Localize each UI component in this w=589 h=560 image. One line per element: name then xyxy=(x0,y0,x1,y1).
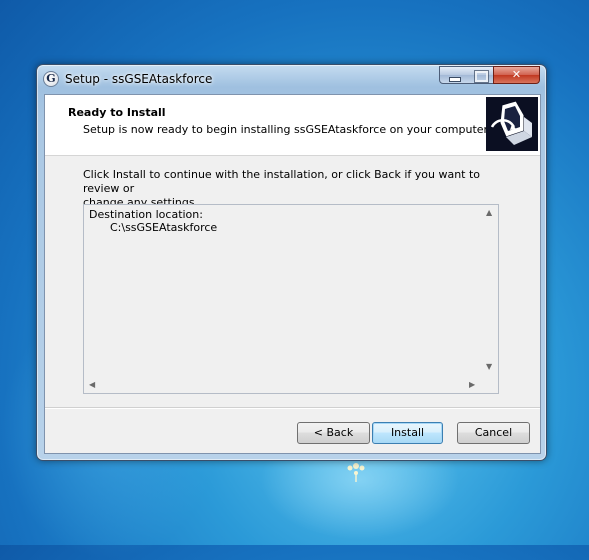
footer-divider xyxy=(45,407,540,409)
back-button[interactable]: < Back xyxy=(297,422,370,444)
instructions-line: Click Install to continue with the insta… xyxy=(83,168,481,195)
scroll-right-icon[interactable]: ▶ xyxy=(469,380,475,389)
title-bar[interactable]: G Setup - ssGSEAtaskforce ✕ xyxy=(37,65,546,93)
installer-computer-icon xyxy=(486,97,538,151)
app-icon: G xyxy=(43,71,59,87)
maximize-button[interactable] xyxy=(467,66,494,84)
scrollbar-corner xyxy=(482,377,498,393)
install-summary-memo[interactable]: Destination location: C:\ssGSEAtaskforce… xyxy=(83,204,499,394)
close-button[interactable]: ✕ xyxy=(493,66,540,84)
memo-line: C:\ssGSEAtaskforce xyxy=(89,221,218,234)
minimize-icon xyxy=(449,77,461,82)
wizard-header: Ready to Install Setup is now ready to b… xyxy=(45,95,540,156)
scroll-up-icon[interactable]: ▲ xyxy=(486,208,492,217)
memo-content: Destination location: C:\ssGSEAtaskforce xyxy=(89,208,217,234)
horizontal-scrollbar[interactable]: ◀ ▶ xyxy=(84,377,482,393)
page-title: Ready to Install xyxy=(68,106,166,119)
close-icon: ✕ xyxy=(511,68,522,81)
cancel-button[interactable]: Cancel xyxy=(457,422,530,444)
vertical-scrollbar[interactable]: ▲ ▼ xyxy=(482,205,498,377)
minimize-button[interactable] xyxy=(439,66,468,84)
install-button[interactable]: Install xyxy=(372,422,443,444)
wizard-client-area: Ready to Install Setup is now ready to b… xyxy=(44,94,541,454)
maximize-icon xyxy=(474,70,489,83)
scroll-left-icon[interactable]: ◀ xyxy=(89,380,95,389)
setup-window: G Setup - ssGSEAtaskforce ✕ Ready to Ins… xyxy=(36,64,547,461)
scroll-down-icon[interactable]: ▼ xyxy=(486,362,492,371)
memo-line: Destination location: xyxy=(89,208,203,221)
windows-logo-sparkle xyxy=(347,463,365,482)
page-subtitle: Setup is now ready to begin installing s… xyxy=(83,123,491,136)
window-title: Setup - ssGSEAtaskforce xyxy=(65,72,213,86)
